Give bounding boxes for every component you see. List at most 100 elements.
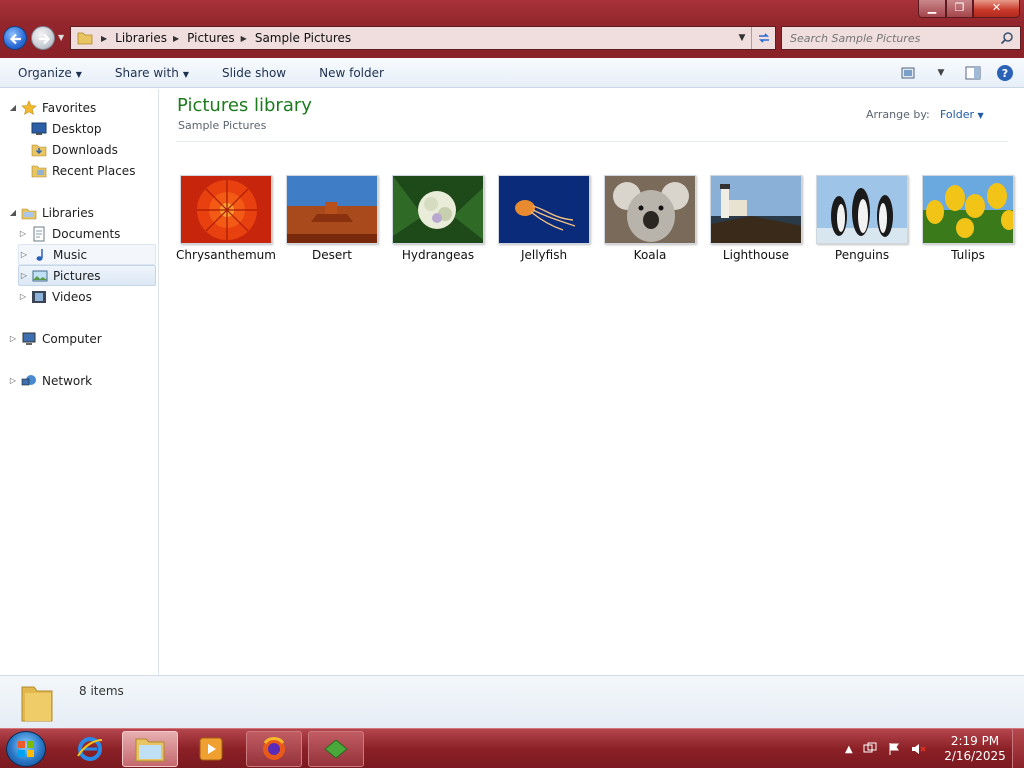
breadcrumb-sample-pictures[interactable]: Sample Pictures xyxy=(255,31,351,45)
file-item-desert[interactable]: Desert xyxy=(279,175,385,262)
expand-arrow-icon[interactable]: ▷ xyxy=(19,250,29,259)
clock-date: 2/16/2025 xyxy=(944,749,1006,763)
file-item-tulips[interactable]: Tulips xyxy=(915,175,1021,262)
chevron-right-icon[interactable]: ▶ xyxy=(173,34,179,43)
refresh-button[interactable] xyxy=(751,27,775,49)
videos-label: Videos xyxy=(52,289,92,304)
show-hidden-icons-button[interactable]: ▲ xyxy=(845,744,853,755)
nav-item-music[interactable]: ▷ Music xyxy=(18,244,156,265)
file-item-lighthouse[interactable]: Lighthouse xyxy=(703,175,809,262)
change-view-button[interactable] xyxy=(898,62,920,84)
chrysanthemum-thumb xyxy=(180,175,272,244)
file-name: Koala xyxy=(633,248,667,262)
file-name: Jellyfish xyxy=(520,248,568,262)
file-item-jellyfish[interactable]: Jellyfish xyxy=(491,175,597,262)
forward-button[interactable] xyxy=(31,26,55,50)
arrange-by-label: Arrange by: xyxy=(866,108,930,121)
show-desktop-button[interactable] xyxy=(1012,729,1024,768)
nav-item-videos[interactable]: ▷ Videos xyxy=(18,286,156,307)
breadcrumb-pictures[interactable]: Pictures xyxy=(187,31,235,45)
start-button[interactable] xyxy=(6,731,46,767)
clock[interactable]: 2:19 PM 2/16/2025 xyxy=(940,734,1010,764)
expand-arrow-icon[interactable]: ▷ xyxy=(18,292,28,301)
desktop-label: Desktop xyxy=(52,121,102,136)
breadcrumb-libraries[interactable]: Libraries xyxy=(115,31,167,45)
taskbar-firefox[interactable] xyxy=(246,731,302,767)
folder-icon xyxy=(21,686,53,722)
preview-pane-icon xyxy=(965,66,981,80)
close-button[interactable]: ✕ xyxy=(973,0,1020,18)
back-arrow-icon xyxy=(9,33,21,45)
taskbar-windows-explorer[interactable] xyxy=(122,731,178,767)
slide-show-button[interactable]: Slide show xyxy=(204,66,301,80)
restore-button[interactable]: ❐ xyxy=(946,0,973,18)
documents-icon xyxy=(33,226,45,241)
library-subtitle[interactable]: Sample Pictures xyxy=(178,119,266,132)
command-bar: Organize ▼ Share with ▼ Slide show New fol… xyxy=(0,58,1024,88)
organize-button[interactable]: Organize ▼ xyxy=(0,66,97,80)
preview-pane-button[interactable] xyxy=(962,62,984,84)
recent-pages-dropdown[interactable]: ▼ xyxy=(58,33,68,43)
videos-icon xyxy=(32,290,46,303)
computer-icon xyxy=(22,332,36,345)
nav-item-documents[interactable]: ▷ Documents xyxy=(18,223,156,244)
taskbar-app[interactable] xyxy=(308,731,364,767)
view-controls: ▼ ? xyxy=(898,62,1016,84)
action-center-flag-icon[interactable] xyxy=(887,742,901,756)
nav-item-libraries[interactable]: ◢ Libraries xyxy=(8,202,156,223)
file-item-penguins[interactable]: Penguins xyxy=(809,175,915,262)
file-name: Desert xyxy=(312,248,352,262)
file-item-hydrangeas[interactable]: Hydrangeas xyxy=(385,175,491,262)
share-with-button[interactable]: Share with ▼ xyxy=(97,66,204,80)
search-icon[interactable] xyxy=(1000,31,1014,45)
file-item-koala[interactable]: Koala xyxy=(597,175,703,262)
minimize-button[interactable]: ▁ xyxy=(918,0,946,18)
chevron-right-icon[interactable]: ▶ xyxy=(101,34,107,43)
file-item-chrysanthemum[interactable]: Chrysanthemum xyxy=(173,175,279,262)
music-label: Music xyxy=(53,247,88,262)
help-button[interactable]: ? xyxy=(994,62,1016,84)
library-title: Pictures library xyxy=(177,95,312,116)
windows-explorer-icon xyxy=(135,738,165,762)
volume-muted-icon[interactable] xyxy=(911,742,927,756)
internet-explorer-icon xyxy=(77,737,103,761)
expand-arrow-icon[interactable]: ◢ xyxy=(8,103,18,112)
nav-item-desktop[interactable]: Desktop xyxy=(18,118,156,139)
svg-text:?: ? xyxy=(1002,67,1008,80)
lighthouse-thumb xyxy=(710,175,802,244)
nav-item-downloads[interactable]: Downloads xyxy=(18,139,156,160)
expand-arrow-icon[interactable]: ▷ xyxy=(19,271,29,280)
clock-time: 2:19 PM xyxy=(950,734,1000,748)
address-dropdown-button[interactable]: ▼ xyxy=(735,31,749,45)
new-folder-button[interactable]: New folder xyxy=(301,66,399,80)
share-with-label: Share with xyxy=(114,65,179,80)
address-bar[interactable]: ▶ Libraries ▶ Pictures ▶ Sample Pictures… xyxy=(70,26,776,50)
nav-item-computer[interactable]: ▷ Computer xyxy=(8,328,156,349)
navigation-pane: ◢ Favorites Desktop Downloads Recent Pla… xyxy=(0,89,159,675)
taskbar-internet-explorer[interactable] xyxy=(62,731,118,767)
arrange-by-dropdown[interactable]: Folder ▼ xyxy=(940,108,984,121)
back-button[interactable] xyxy=(3,26,27,50)
chevron-right-icon[interactable]: ▶ xyxy=(241,34,247,43)
expand-arrow-icon[interactable]: ▷ xyxy=(18,229,28,238)
view-dropdown-button[interactable]: ▼ xyxy=(930,62,952,84)
taskbar-media-player[interactable] xyxy=(183,731,239,767)
organize-label: Organize xyxy=(18,65,72,80)
help-icon: ? xyxy=(997,65,1013,81)
search-input[interactable] xyxy=(782,27,992,49)
downloads-folder-icon xyxy=(31,144,47,156)
koala-thumb xyxy=(604,175,696,244)
firefox-icon xyxy=(263,737,285,760)
chevron-down-icon: ▼ xyxy=(182,69,189,79)
jellyfish-thumb xyxy=(498,175,590,244)
views-icon xyxy=(901,67,915,79)
green-app-icon xyxy=(324,739,348,759)
expand-arrow-icon[interactable]: ▷ xyxy=(8,334,18,343)
nav-item-network[interactable]: ▷ Network xyxy=(8,370,156,391)
nav-item-recent-places[interactable]: Recent Places xyxy=(18,160,156,181)
expand-arrow-icon[interactable]: ◢ xyxy=(8,208,18,217)
nav-item-favorites[interactable]: ◢ Favorites xyxy=(8,97,156,118)
expand-arrow-icon[interactable]: ▷ xyxy=(8,376,18,385)
network-tray-icon[interactable] xyxy=(863,742,877,756)
nav-item-pictures[interactable]: ▷ Pictures xyxy=(18,265,156,286)
